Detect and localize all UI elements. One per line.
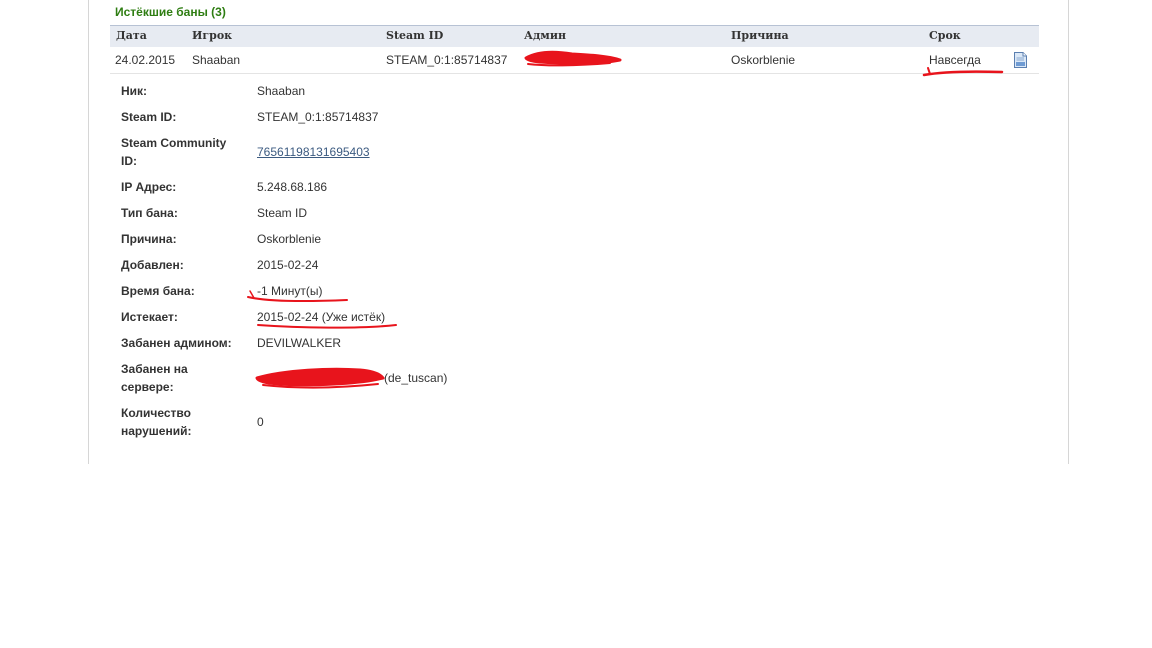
community-id-value: 76561198131695403 (257, 143, 370, 161)
expires-label: Истекает: (121, 310, 178, 324)
column-admin[interactable]: Админ (524, 29, 566, 42)
row-reason: Oskorblenie (731, 53, 796, 67)
violations-value: 0 (257, 415, 264, 429)
row-player: Shaaban (192, 53, 241, 67)
row-length: Навсегда (929, 53, 981, 67)
table-row[interactable]: 24.02.2015 Shaaban STEAM_0:1:85714837 Os… (110, 47, 1039, 74)
document-icon[interactable] (1014, 52, 1027, 68)
expires-value: 2015-02-24 (Уже истёк) (257, 310, 386, 324)
row-date: 24.02.2015 (115, 53, 176, 67)
section-title: Истёкшие баны (3) (115, 5, 226, 19)
community-id-link[interactable]: 76561198131695403 (257, 145, 370, 159)
ip-value: 5.248.68.186 (257, 180, 328, 194)
ip-label: IP Адрес: (121, 180, 177, 194)
column-date[interactable]: Дата (116, 29, 147, 42)
nick-value: Shaaban (257, 84, 306, 98)
column-steam-id[interactable]: Steam ID (386, 29, 443, 42)
column-length[interactable]: Срок (929, 29, 961, 42)
violations-label: Количество нарушений: (121, 406, 192, 438)
steamid-value: STEAM_0:1:85714837 (257, 110, 379, 124)
added-label: Добавлен: (121, 258, 184, 272)
server-value: (de_tuscan) (384, 371, 448, 385)
duration-label: Время бана: (121, 284, 195, 298)
column-player[interactable]: Игрок (192, 29, 232, 42)
admin-label: Забанен админом: (121, 336, 232, 350)
community-id-label: Steam Community ID: (121, 136, 227, 168)
column-reason[interactable]: Причина (731, 29, 789, 42)
ban-type-label: Тип бана: (121, 206, 178, 220)
duration-value: -1 Минут(ы) (257, 284, 323, 298)
reason-value: Oskorblenie (257, 232, 322, 246)
admin-value: DEVILWALKER (257, 336, 342, 350)
ban-details: Ник: Shaaban Steam ID: STEAM_0:1:8571483… (110, 74, 1039, 454)
table-header: Дата Игрок Steam ID Админ Причина Срок (110, 25, 1039, 48)
steamid-label: Steam ID: (121, 110, 177, 124)
added-value: 2015-02-24 (257, 258, 319, 272)
ban-type-value: Steam ID (257, 206, 308, 220)
row-steam-id: STEAM_0:1:85714837 (386, 53, 508, 67)
nick-label: Ник: (121, 84, 148, 98)
reason-label: Причина: (121, 232, 177, 246)
server-label: Забанен на сервере: (121, 362, 188, 394)
